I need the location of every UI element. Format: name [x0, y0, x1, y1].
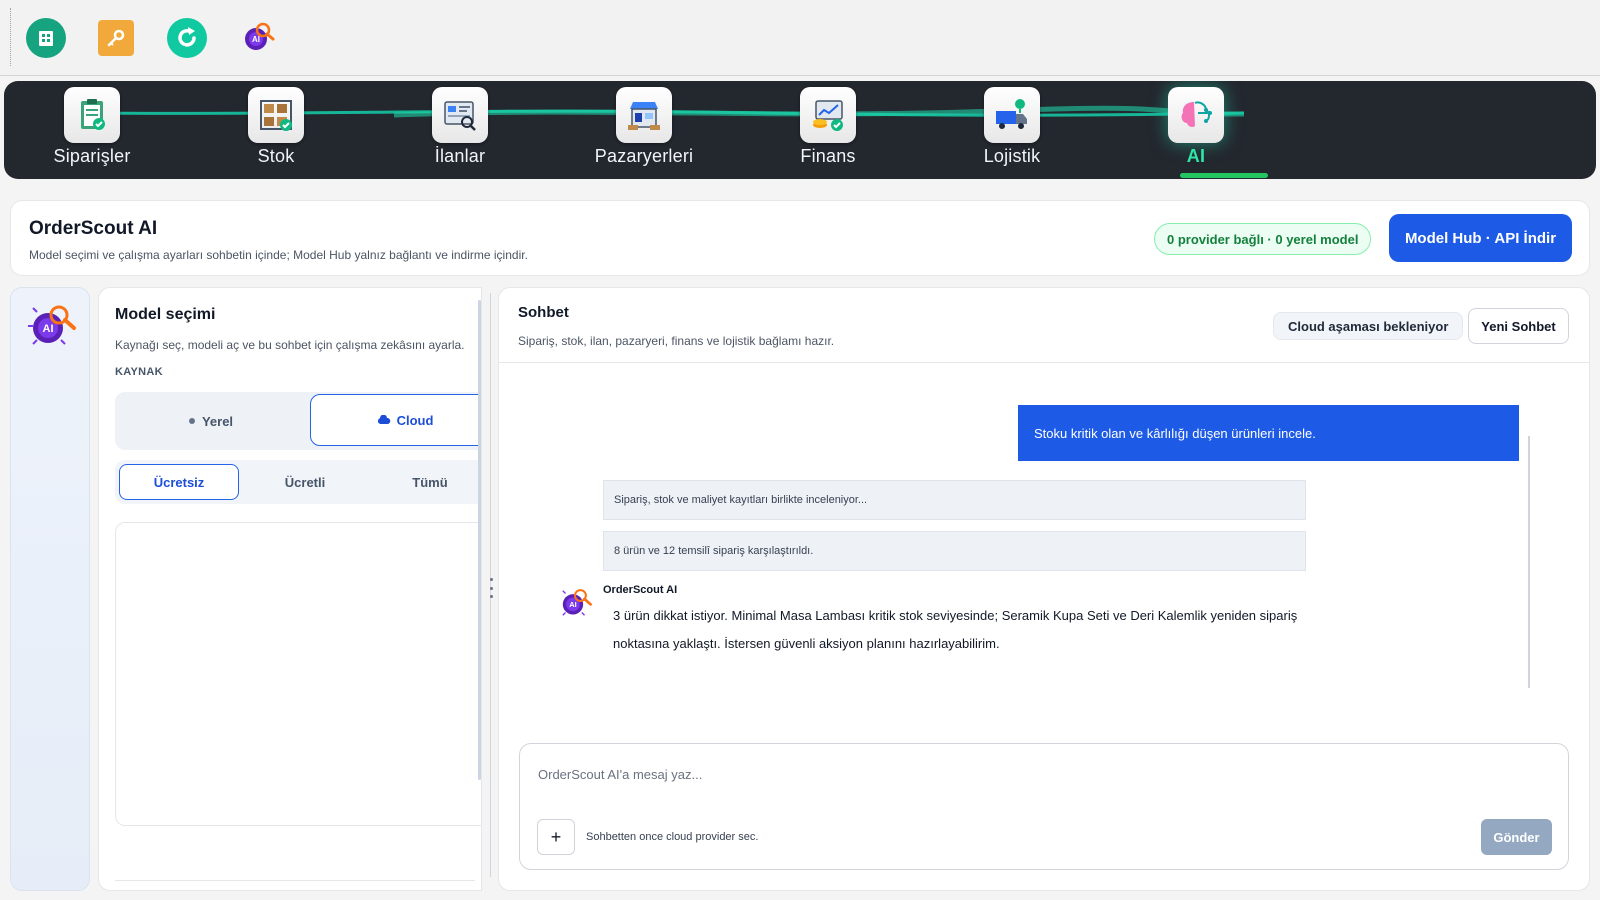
nav-item-ai[interactable]: AI — [1121, 87, 1271, 175]
model-panel-scrollbar[interactable] — [478, 300, 481, 780]
finance-icon — [800, 87, 856, 143]
refresh-icon[interactable] — [167, 18, 207, 58]
chat-panel: Sohbet Sipariş, stok, ilan, pazaryeri, f… — [498, 287, 1590, 891]
model-hub-button[interactable]: Model Hub · API İndir — [1389, 214, 1572, 262]
message-input[interactable] — [538, 760, 1538, 788]
source-section-label: KAYNAK — [115, 366, 163, 378]
active-tab-indicator — [1180, 173, 1268, 178]
chat-subtitle: Sipariş, stok, ilan, pazaryeri, finans v… — [518, 334, 835, 348]
chat-header: Sohbet Sipariş, stok, ilan, pazaryeri, f… — [499, 288, 1589, 363]
marketplaces-icon — [616, 87, 672, 143]
new-chat-button[interactable]: Yeni Sohbet — [1468, 308, 1569, 344]
top-toolbar: AI — [0, 0, 1600, 76]
progress-step: 8 ürün ve 12 temsilî sipariş karşılaştır… — [603, 531, 1306, 571]
model-selection-panel: Model seçimi Kaynağı seç, modeli aç ve b… — [98, 287, 482, 891]
listings-icon — [432, 87, 488, 143]
source-cloud-label: Cloud — [396, 412, 434, 428]
source-toggle: Yerel Cloud — [115, 392, 481, 450]
building-icon[interactable] — [26, 18, 66, 58]
page-title: OrderScout AI — [29, 218, 158, 239]
chat-title: Sohbet — [518, 304, 569, 321]
source-cloud-option[interactable]: Cloud — [310, 394, 481, 446]
source-local-label: Yerel — [201, 413, 234, 429]
svg-text:AI: AI — [43, 323, 54, 335]
user-message-text: Stoku kritik olan ve kârlılığı düşen ürü… — [1034, 425, 1316, 441]
ai-icon[interactable]: AI — [238, 18, 278, 58]
divider — [115, 880, 475, 881]
orders-icon — [64, 87, 120, 143]
ai-message-text: 3 ürün dikkat istiyor. Minimal Masa Lamb… — [613, 608, 1298, 651]
nav-label: Finans — [800, 146, 856, 166]
nav-item-marketplaces[interactable]: Pazaryerleri — [569, 87, 719, 175]
progress-step: Sipariş, stok ve maliyet kayıtları birli… — [603, 480, 1306, 520]
tab-free[interactable]: Ücretsiz — [119, 464, 239, 500]
chat-scrollbar[interactable] — [1528, 436, 1530, 688]
attach-button[interactable]: + — [537, 819, 575, 855]
svg-text:AI: AI — [252, 35, 260, 44]
send-button[interactable]: Gönder — [1481, 819, 1552, 855]
model-panel-subtitle: Kaynağı seç, modeli aç ve bu sohbet için… — [115, 338, 465, 352]
module-nav: Siparişler Stok İlanlar Pazaryerleri Fin… — [4, 81, 1596, 179]
ai-assistant-icon[interactable]: AI — [23, 298, 79, 354]
message-composer: + Sohbetten once cloud provider sec. Gön… — [519, 743, 1569, 870]
provider-status-badge: 0 provider bağlı · 0 yerel model — [1154, 223, 1372, 255]
key-icon[interactable] — [98, 20, 134, 56]
nav-label: Pazaryerleri — [594, 146, 694, 166]
model-list[interactable] — [115, 522, 481, 826]
nav-item-stock[interactable]: Stok — [201, 87, 351, 175]
price-filter-tabs: Ücretsiz Ücretli Tümü — [115, 460, 481, 504]
ai-avatar: AI — [556, 584, 594, 622]
nav-item-finance[interactable]: Finans — [753, 87, 903, 175]
left-rail: AI — [10, 287, 90, 891]
nav-label: Lojistik — [983, 146, 1041, 166]
cloud-icon — [377, 415, 390, 424]
local-dot-icon — [188, 418, 195, 424]
model-panel-title: Model seçimi — [115, 306, 216, 323]
ai-brain-icon — [1168, 87, 1224, 143]
nav-label: Siparişler — [53, 146, 131, 166]
cloud-status-badge: Cloud aşaması bekleniyor — [1273, 312, 1464, 340]
tab-paid[interactable]: Ücretli — [245, 464, 365, 500]
page-header: OrderScout AI Model seçimi ve çalışma ay… — [10, 200, 1590, 276]
composer-hint: Sohbetten once cloud provider sec. — [586, 831, 759, 843]
nav-item-orders[interactable]: Siparişler — [17, 87, 167, 175]
svg-text:AI: AI — [569, 600, 576, 609]
nav-label: AI — [1186, 146, 1206, 166]
nav-item-listings[interactable]: İlanlar — [385, 87, 535, 175]
source-local-option[interactable]: Yerel — [115, 392, 307, 450]
logistics-icon — [984, 87, 1040, 143]
panel-splitter[interactable] — [487, 287, 495, 891]
user-message: Stoku kritik olan ve kârlılığı düşen ürü… — [1018, 405, 1519, 461]
tab-all[interactable]: Tümü — [370, 464, 481, 500]
page-subtitle: Model seçimi ve çalışma ayarları sohbeti… — [29, 248, 528, 262]
stock-icon — [248, 87, 304, 143]
ai-sender-name: OrderScout AI — [603, 584, 678, 596]
nav-item-logistics[interactable]: Lojistik — [937, 87, 1087, 175]
nav-label: Stok — [257, 146, 295, 166]
toolbar-separator — [10, 8, 11, 66]
drag-handle-icon — [488, 578, 494, 598]
nav-label: İlanlar — [434, 146, 486, 166]
